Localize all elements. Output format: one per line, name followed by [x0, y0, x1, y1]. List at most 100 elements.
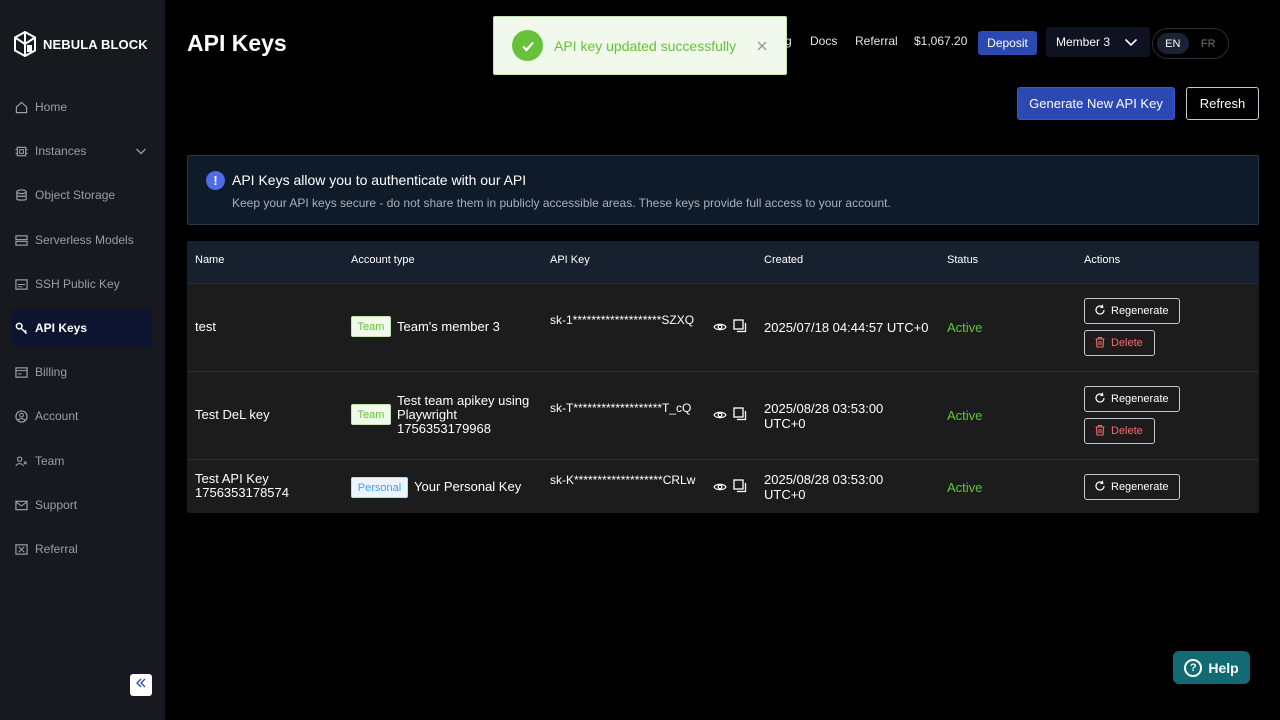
double-chevron-left-icon: [135, 676, 147, 694]
sidebar-item-support[interactable]: Support: [11, 486, 152, 524]
billing-icon: [14, 365, 28, 379]
delete-button[interactable]: Delete: [1084, 418, 1155, 444]
eye-icon[interactable]: [713, 480, 727, 499]
sidebar-item-home[interactable]: Home: [11, 88, 152, 126]
account-type-tag: Team: [351, 316, 391, 337]
sidebar: NEBULA BLOCK Home Instances Object Stora…: [0, 0, 165, 720]
delete-label: Delete: [1111, 337, 1143, 349]
key-name: test: [195, 319, 216, 334]
eye-icon[interactable]: [713, 408, 727, 427]
masked-api-key: sk-K*******************CRLw: [550, 473, 696, 487]
account-type-tag: Team: [351, 404, 391, 425]
delete-label: Delete: [1111, 425, 1143, 437]
generate-api-key-button[interactable]: Generate New API Key: [1017, 87, 1175, 120]
sidebar-item-label: Team: [35, 454, 65, 468]
key-icon: [14, 321, 28, 335]
sidebar-item-label: API Keys: [35, 321, 88, 335]
refresh-icon: [1094, 304, 1106, 319]
sidebar-item-ssh-public-key[interactable]: SSH Public Key: [11, 265, 152, 303]
status-badge: Active: [947, 320, 983, 335]
exclamation-icon: !: [206, 171, 225, 190]
table-row: Test DeL key Team Test team apikey using…: [187, 371, 1259, 459]
ssh-icon: [14, 277, 28, 291]
page-title: API Keys: [187, 30, 287, 56]
close-icon[interactable]: [756, 39, 768, 57]
sidebar-item-label: Billing: [35, 365, 68, 379]
account-icon: [14, 409, 28, 423]
sidebar-item-account[interactable]: Account: [11, 397, 152, 435]
table-header: Name Account type API Key Created Status…: [187, 241, 1259, 283]
help-label: Help: [1208, 659, 1239, 676]
lang-en-option[interactable]: EN: [1157, 33, 1189, 54]
collapse-sidebar-button[interactable]: [130, 674, 152, 696]
sidebar-item-label: Serverless Models: [35, 233, 134, 247]
account-type-desc: Team's member 3: [397, 319, 500, 334]
header-link-docs[interactable]: Docs: [810, 34, 837, 48]
brand-name: NEBULA BLOCK: [43, 36, 148, 52]
sidebar-item-object-storage[interactable]: Object Storage: [11, 176, 152, 214]
masked-api-key: sk-1*******************SZXQ: [550, 313, 695, 327]
eye-icon[interactable]: [713, 320, 727, 339]
sidebar-item-serverless-models[interactable]: Serverless Models: [11, 221, 152, 259]
member-name: Member 3: [1056, 35, 1111, 49]
sidebar-item-label: SSH Public Key: [35, 277, 120, 291]
table-row: Test API Key 1756353178574 Personal Your…: [187, 459, 1259, 513]
sidebar-item-label: Object Storage: [35, 188, 116, 202]
regenerate-label: Regenerate: [1111, 481, 1169, 493]
header-status: Status: [947, 254, 979, 266]
table-row: test Team Team's member 3 sk-1**********…: [187, 283, 1259, 371]
copy-icon[interactable]: [733, 319, 747, 338]
trash-icon: [1094, 336, 1106, 351]
created-date: 2025/07/18 04:44:57 UTC+0: [764, 320, 929, 335]
lang-fr-option[interactable]: FR: [1193, 33, 1225, 54]
regenerate-button[interactable]: Regenerate: [1084, 474, 1180, 500]
account-type-desc: Test team apikey using Playwright 175635…: [397, 393, 530, 436]
success-toast: API key updated successfully: [493, 16, 787, 75]
api-keys-table: Name Account type API Key Created Status…: [187, 241, 1259, 513]
account-type-tag: Personal: [351, 477, 408, 498]
deposit-button[interactable]: Deposit: [978, 31, 1037, 55]
brand-logo[interactable]: NEBULA BLOCK: [13, 31, 148, 57]
sidebar-item-referral[interactable]: Referral: [11, 530, 152, 568]
header-name: Name: [195, 254, 225, 266]
sidebar-item-label: Account: [35, 409, 79, 423]
sidebar-item-team[interactable]: Team: [11, 442, 152, 480]
refresh-button[interactable]: Refresh: [1186, 87, 1259, 120]
server-icon: [14, 233, 28, 247]
account-balance: $1,067.20: [914, 34, 968, 48]
sidebar-item-api-keys[interactable]: API Keys: [11, 309, 152, 347]
mail-icon: [14, 498, 28, 512]
header-account-type: Account type: [351, 254, 415, 266]
team-icon: [14, 454, 28, 468]
key-name: Test DeL key: [195, 407, 270, 422]
question-icon: ?: [1184, 658, 1203, 677]
header-api-key: API Key: [550, 254, 590, 266]
check-circle-icon: [512, 30, 543, 61]
info-banner: ! API Keys allow you to authenticate wit…: [187, 155, 1259, 225]
member-dropdown[interactable]: Member 3: [1046, 27, 1150, 57]
header-link-referral[interactable]: Referral: [855, 34, 898, 48]
language-switch: EN FR: [1152, 28, 1229, 59]
sidebar-item-label: Referral: [35, 542, 78, 556]
info-title: API Keys allow you to authenticate with …: [232, 172, 527, 188]
sidebar-item-label: Instances: [35, 144, 87, 158]
masked-api-key: sk-T*******************T_cQ: [550, 401, 692, 415]
copy-icon[interactable]: [733, 479, 747, 498]
chip-icon: [14, 144, 28, 158]
sidebar-item-billing[interactable]: Billing: [11, 353, 152, 391]
regenerate-label: Regenerate: [1111, 305, 1169, 317]
regenerate-button[interactable]: Regenerate: [1084, 386, 1180, 412]
regenerate-label: Regenerate: [1111, 393, 1169, 405]
info-description: Keep your API keys secure - do not share…: [232, 196, 891, 210]
help-button[interactable]: ? Help: [1173, 651, 1250, 684]
header-actions: Actions: [1084, 254, 1121, 266]
chevron-down-icon: [1124, 35, 1138, 52]
referral-icon: [14, 542, 28, 556]
chevron-down-icon[interactable]: [135, 144, 147, 162]
copy-icon[interactable]: [733, 407, 747, 426]
delete-button[interactable]: Delete: [1084, 330, 1155, 356]
header-created: Created: [764, 254, 804, 266]
regenerate-button[interactable]: Regenerate: [1084, 298, 1180, 324]
created-date: 2025/08/28 03:53:00 UTC+0: [764, 472, 884, 502]
sidebar-item-instances[interactable]: Instances: [11, 132, 152, 170]
